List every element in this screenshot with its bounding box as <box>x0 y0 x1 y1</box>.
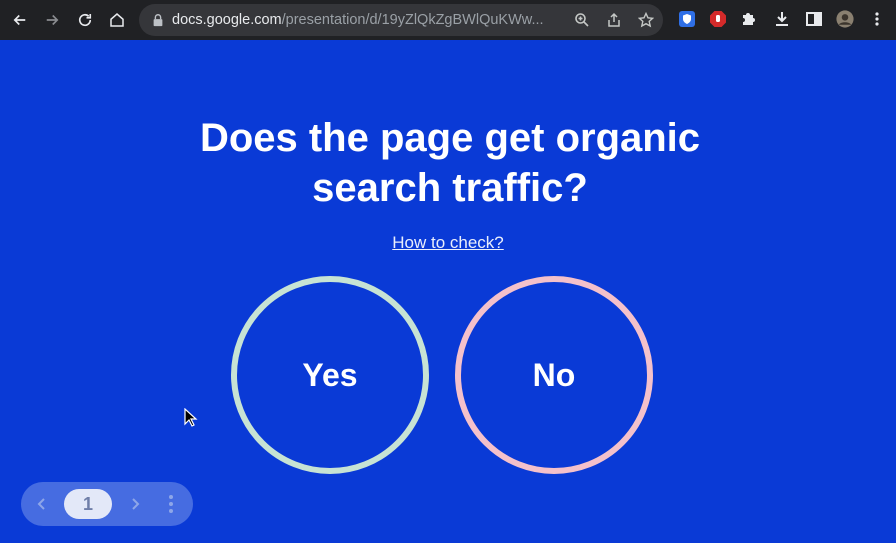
back-arrow-icon[interactable] <box>8 8 32 32</box>
next-slide-chevron-icon[interactable] <box>125 494 145 514</box>
side-panel-icon[interactable] <box>803 8 825 30</box>
no-button[interactable]: No <box>455 276 653 474</box>
browser-menu-icon[interactable] <box>866 8 888 30</box>
slide-title: Does the page get organic search traffic… <box>199 116 701 210</box>
download-icon[interactable] <box>771 8 793 30</box>
share-icon[interactable] <box>605 11 623 29</box>
yes-label: Yes <box>302 356 358 393</box>
previous-slide-chevron-icon[interactable] <box>32 494 52 514</box>
avatar[interactable] <box>834 8 856 30</box>
page-number[interactable]: 1 <box>64 489 112 519</box>
bookmark-star-icon[interactable] <box>637 11 655 29</box>
url-path: /presentation/d/19yZlQkZgBWlQuKWw... <box>281 12 544 28</box>
browser-toolbar: docs.google.com/presentation/d/19yZlQkZg… <box>0 0 896 40</box>
address-bar[interactable]: docs.google.com/presentation/d/19yZlQkZg… <box>139 4 663 36</box>
url-host: docs.google.com <box>172 12 282 28</box>
yes-button[interactable]: Yes <box>231 276 429 474</box>
url-text[interactable]: docs.google.com/presentation/d/19yZlQkZg… <box>172 4 552 36</box>
home-icon[interactable] <box>105 8 129 32</box>
zoom-icon[interactable] <box>573 11 591 29</box>
reload-icon[interactable] <box>73 8 97 32</box>
how-to-check-link[interactable]: How to check? <box>0 233 896 253</box>
stop-hand-extension-icon[interactable] <box>707 8 729 30</box>
puzzle-extensions-icon[interactable] <box>738 8 760 30</box>
mouse-pointer-icon <box>184 408 198 427</box>
slide-navigation: 1 <box>21 482 193 526</box>
lock-icon <box>151 13 165 27</box>
shield-extension-icon[interactable] <box>676 8 698 30</box>
forward-arrow-icon[interactable] <box>40 8 64 32</box>
no-label: No <box>532 356 576 393</box>
more-options-icon[interactable] <box>161 494 181 514</box>
